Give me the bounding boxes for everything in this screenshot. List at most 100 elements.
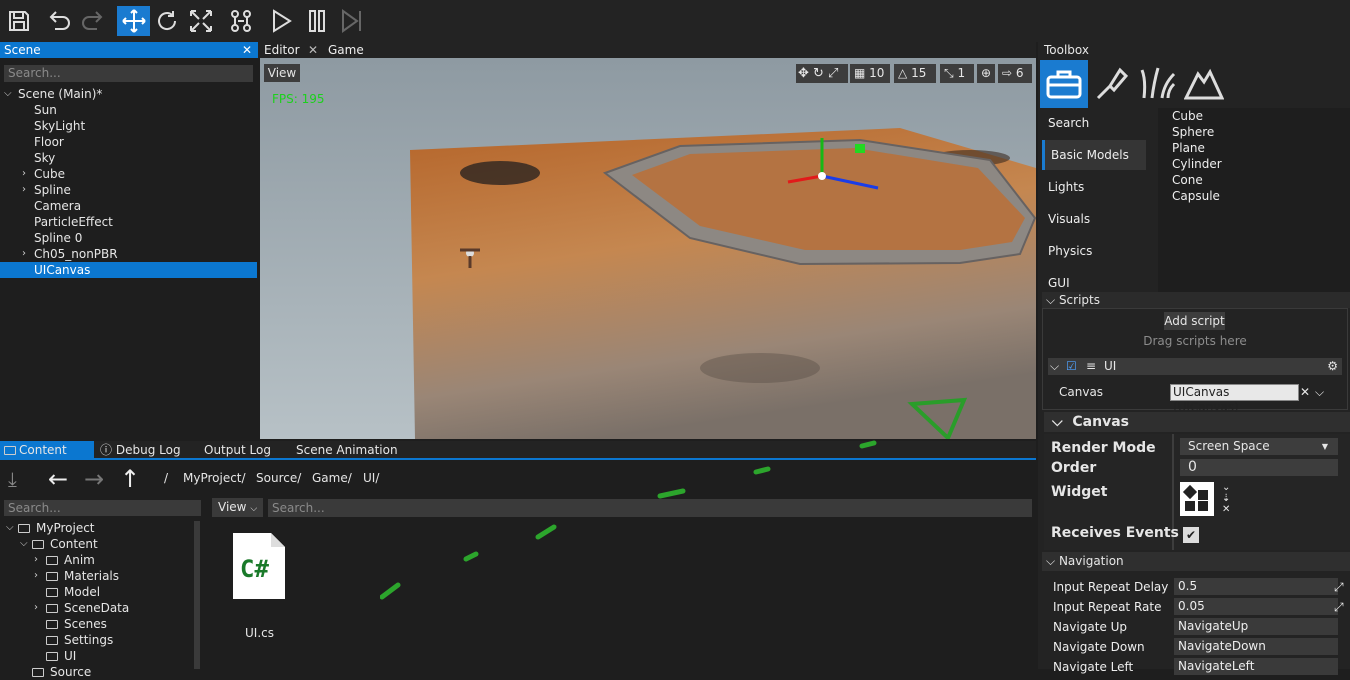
scene-search-input[interactable]: Search...	[4, 65, 253, 82]
order-field[interactable]: 0	[1180, 459, 1338, 476]
chevron-right-icon[interactable]: ›	[22, 166, 26, 182]
basic-model-item[interactable]: Cylinder	[1172, 156, 1222, 172]
receives-events-checkbox[interactable]: ✔	[1183, 527, 1199, 543]
basic-model-item[interactable]: Cube	[1172, 108, 1203, 124]
checkbox-icon[interactable]: ☑	[1066, 358, 1077, 375]
tab-game[interactable]: Game	[324, 42, 368, 58]
chevron-right-icon[interactable]: ›	[34, 568, 38, 584]
basic-model-item[interactable]: Plane	[1172, 140, 1205, 156]
toolbox-category[interactable]: Lights	[1042, 172, 1146, 202]
scene-viewport[interactable]: View FPS: 195 ✥ ↻ ⤢ ▦ 10 △ 15 ⤡ 1 ⊕ ⇨ 6	[260, 58, 1036, 439]
scale-icon[interactable]	[186, 6, 216, 36]
content-tree-item[interactable]: ⌵ MyProject	[0, 520, 192, 536]
gizmo-mode-buttons[interactable]: ✥ ↻ ⤢	[796, 64, 848, 83]
gear-icon[interactable]: ⚙	[1327, 358, 1338, 375]
step-icon[interactable]	[336, 6, 366, 36]
expand-icon[interactable]: ⤢	[1334, 577, 1344, 597]
basic-model-item[interactable]: Capsule	[1172, 188, 1220, 204]
render-mode-dropdown[interactable]: Screen Space ▼	[1180, 438, 1338, 455]
chevron-right-icon[interactable]: ›	[34, 600, 38, 616]
navigation-row-value[interactable]: NavigateUp	[1174, 618, 1338, 635]
save-icon[interactable]	[4, 6, 34, 36]
canvas-header[interactable]: ⌵ Canvas	[1044, 412, 1350, 432]
navigation-row-value[interactable]: NavigateLeft	[1174, 658, 1338, 675]
navigation-header[interactable]: ⌵ Navigation	[1042, 552, 1350, 571]
scene-tree-item[interactable]: UICanvas	[0, 262, 257, 278]
toolbox-category[interactable]: Search	[1042, 108, 1146, 138]
scene-tree-item[interactable]: Sky	[0, 150, 257, 166]
grid-snap-button[interactable]: ▦ 10	[850, 64, 890, 83]
toolbox-category[interactable]: Physics	[1042, 236, 1146, 266]
content-tree-item[interactable]: › SceneData	[0, 600, 192, 616]
chevron-down-icon[interactable]: ⌵	[20, 536, 28, 552]
import-icon[interactable]: ⤓	[8, 467, 17, 491]
breadcrumb-item[interactable]: MyProject/	[183, 470, 246, 486]
undo-icon[interactable]	[44, 6, 74, 36]
play-icon[interactable]	[266, 6, 296, 36]
chevron-down-icon[interactable]: ⌵	[1315, 384, 1324, 401]
forward-arrow-icon[interactable]: →	[84, 465, 104, 493]
navigation-row-value[interactable]: 0.05	[1174, 598, 1338, 615]
view-menu-button[interactable]: View	[264, 64, 300, 82]
chevron-right-icon[interactable]: ›	[34, 552, 38, 568]
scene-tree-item[interactable]: › Spline	[0, 182, 257, 198]
content-tree-item[interactable]: UI	[0, 648, 192, 664]
chevron-down-icon[interactable]: ⌵	[1050, 358, 1059, 375]
scene-tree-item[interactable]: ParticleEffect	[0, 214, 257, 230]
content-tree-item[interactable]: › Materials	[0, 568, 192, 584]
close-icon[interactable]: ✕	[242, 42, 252, 58]
scene-tree-item[interactable]: Spline 0	[0, 230, 257, 246]
scene-tree-item[interactable]: Sun	[0, 102, 257, 118]
add-script-button[interactable]: Add script	[1164, 312, 1225, 330]
terrain-icon[interactable]	[1183, 64, 1225, 107]
basic-model-item[interactable]: Cone	[1172, 172, 1203, 188]
scripts-header[interactable]: ⌵ Scripts	[1042, 292, 1350, 308]
rotate-icon[interactable]	[152, 6, 182, 36]
paint-brush-icon[interactable]	[1092, 64, 1132, 107]
bones-icon[interactable]	[226, 6, 256, 36]
back-arrow-icon[interactable]: ←	[48, 465, 68, 493]
scene-tree-item[interactable]: ⌵ Scene (Main)*	[0, 86, 257, 102]
content-tree-item[interactable]: Model	[0, 584, 192, 600]
ui-script-header[interactable]: ⌵ ☑ ≡ UI ⚙	[1048, 358, 1342, 375]
drag-handle-icon[interactable]: ≡	[1086, 358, 1096, 375]
content-tree-item[interactable]: Settings	[0, 632, 192, 648]
toolbox-icon[interactable]	[1040, 60, 1088, 108]
breadcrumb-item[interactable]: Source/	[256, 470, 301, 486]
expand-icon[interactable]: ⤢	[1334, 597, 1344, 617]
tree-scrollbar[interactable]	[194, 521, 200, 669]
breadcrumb-item[interactable]: /	[164, 470, 168, 486]
widget-actions[interactable]: ⌄ ⇣ ✕	[1222, 482, 1230, 515]
angle-snap-button[interactable]: △ 15	[894, 64, 936, 83]
content-tree-item[interactable]: Source	[0, 664, 192, 680]
toolbox-category[interactable]: Visuals	[1042, 204, 1146, 234]
tab-debug-log[interactable]: ⓘ Debug Log	[100, 441, 181, 460]
pause-icon[interactable]	[302, 6, 332, 36]
toolbox-category[interactable]: Basic Models	[1042, 140, 1146, 170]
scale-snap-button[interactable]: ⤡ 1	[940, 64, 974, 83]
camera-speed-button[interactable]: ⇨ 6	[998, 64, 1032, 83]
redo-icon[interactable]	[78, 6, 108, 36]
foliage-icon[interactable]	[1138, 64, 1178, 107]
chevron-right-icon[interactable]: ›	[22, 246, 26, 262]
up-arrow-icon[interactable]: ↑	[120, 465, 140, 493]
breadcrumb-item[interactable]: UI/	[363, 470, 379, 486]
breadcrumb-item[interactable]: Game/	[312, 470, 352, 486]
scene-tree-item[interactable]: Camera	[0, 198, 257, 214]
csharp-file-icon[interactable]: C#	[233, 533, 285, 599]
tab-editor[interactable]: Editor	[260, 42, 304, 58]
clear-reference-icon[interactable]: ✕	[1300, 384, 1310, 401]
content-view-button[interactable]: View ⌵	[212, 498, 263, 517]
close-icon[interactable]: ✕	[304, 42, 322, 58]
scene-tree-item[interactable]: SkyLight	[0, 118, 257, 134]
content-tree-item[interactable]: ⌵ Content	[0, 536, 192, 552]
globe-icon[interactable]: ⊕	[977, 64, 995, 83]
tab-content[interactable]: Content	[0, 441, 94, 460]
basic-model-item[interactable]: Sphere	[1172, 124, 1214, 140]
navigation-row-value[interactable]: 0.5	[1174, 578, 1338, 595]
content-tree-item[interactable]: Scenes	[0, 616, 192, 632]
widget-picker[interactable]	[1180, 482, 1214, 516]
content-tree-search[interactable]: Search...	[4, 500, 201, 516]
scene-tree-item[interactable]: › Ch05_nonPBR	[0, 246, 257, 262]
content-tree-item[interactable]: › Anim	[0, 552, 192, 568]
